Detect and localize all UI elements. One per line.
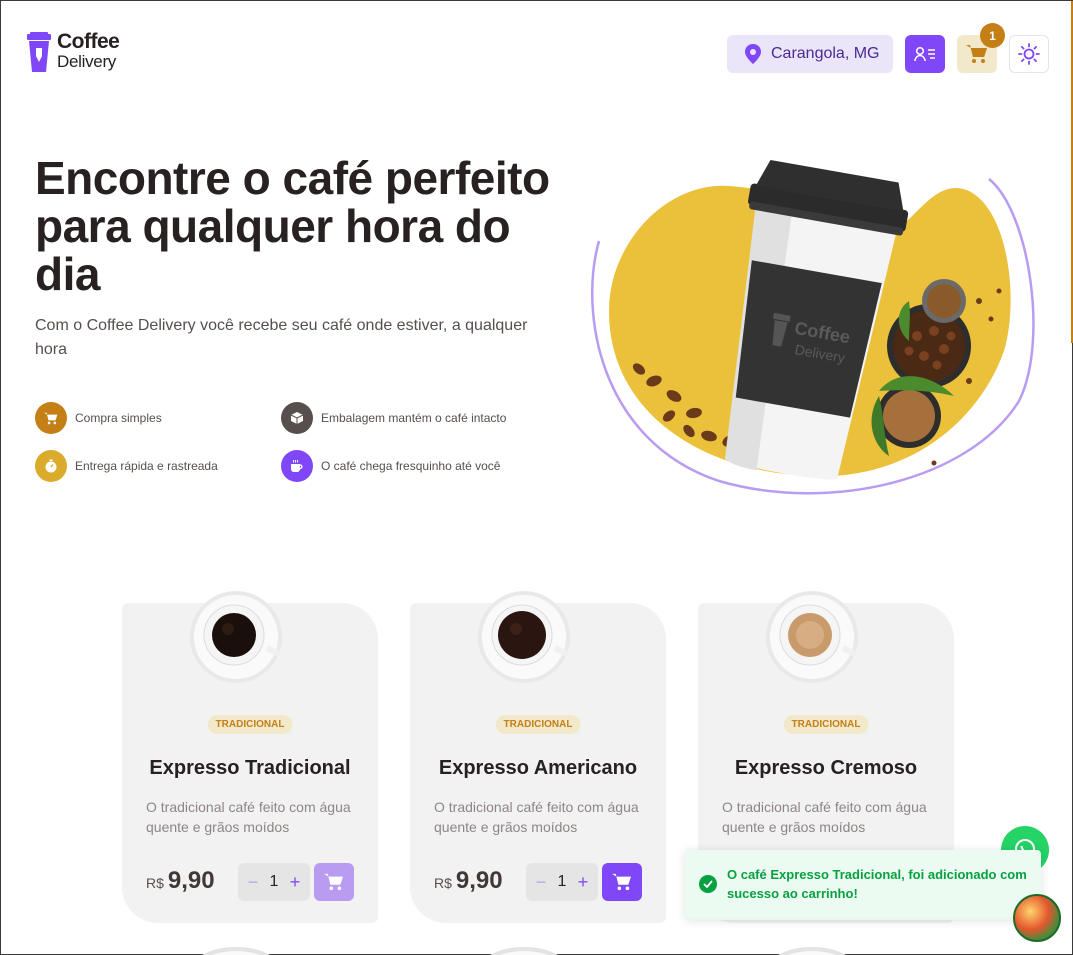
coffee-icon — [281, 450, 313, 482]
cart-icon — [966, 45, 987, 63]
location-button[interactable]: Carangola, MG — [727, 35, 893, 73]
quantity-value: 1 — [557, 873, 567, 890]
hero-coffee-cup-image: Coffee Delivery — [590, 159, 1035, 495]
price-currency: R$ — [434, 875, 452, 891]
coffee-cup-image — [478, 591, 570, 683]
logo-line1: Coffee — [57, 30, 120, 53]
timer-icon — [35, 450, 67, 482]
quantity-stepper: − 1 + — [526, 863, 598, 901]
product-price: R$ 9,90 — [146, 867, 215, 895]
coffee-cup-image — [190, 591, 282, 683]
feature-item: Compra simples — [35, 402, 162, 434]
quantity-stepper: − 1 + — [238, 863, 310, 901]
product-name: Expresso Cremoso — [734, 757, 918, 779]
logo-cup-icon — [27, 32, 51, 72]
add-to-cart-button[interactable] — [314, 863, 354, 901]
price-value: 9,90 — [167, 867, 215, 894]
hero-title: Encontre o café perfeito para qualquer h… — [35, 152, 550, 300]
coffee-cup-image — [202, 947, 270, 955]
feature-item: Embalagem mantém o café intacto — [281, 402, 506, 434]
map-pin-icon — [744, 44, 762, 64]
hero-subtitle: Com o Coffee Delivery você recebe seu ca… — [35, 317, 528, 358]
price-value: 9,90 — [455, 867, 503, 894]
product-tag: TRADICIONAL — [783, 715, 869, 734]
plus-icon[interactable]: + — [288, 872, 302, 893]
check-circle-icon — [699, 874, 717, 893]
coffee-cup-image — [766, 591, 858, 683]
feature-label: Compra simples — [75, 411, 162, 425]
minus-icon[interactable]: − — [246, 872, 260, 893]
logo-text: Coffee Delivery — [57, 30, 120, 72]
feature-label: Entrega rápida e rastreada — [75, 459, 218, 473]
package-icon — [281, 402, 313, 434]
theme-toggle-button[interactable] — [1009, 35, 1049, 73]
feature-label: Embalagem mantém o café intacto — [321, 411, 507, 425]
product-price: R$ 9,90 — [434, 867, 503, 895]
toast-message: O café Expresso Tradicional, foi adicion… — [727, 866, 1027, 901]
feature-label: O café chega fresquinho até você — [321, 459, 501, 473]
feature-item: O café chega fresquinho até você — [281, 450, 500, 482]
product-description: O tradicional café feito com água quente… — [146, 799, 351, 835]
user-list-icon — [914, 46, 935, 62]
sun-icon — [1018, 43, 1040, 65]
product-tag: TRADICIONAL — [495, 715, 581, 734]
header: Coffee Delivery Carangola, MG 1 — [1, 1, 1072, 105]
quantity-value: 1 — [269, 873, 279, 890]
cart-icon — [612, 873, 631, 891]
add-to-cart-button[interactable] — [602, 863, 642, 901]
logo-line2: Delivery — [57, 52, 117, 71]
success-toast[interactable]: O café Expresso Tradicional, foi adicion… — [685, 850, 1041, 920]
floating-avatar-icon[interactable] — [1013, 894, 1061, 942]
product-tag: TRADICIONAL — [207, 715, 293, 734]
location-label: Carangola, MG — [771, 45, 880, 62]
plus-icon[interactable]: + — [576, 872, 590, 893]
minus-icon[interactable]: − — [534, 872, 548, 893]
user-menu-button[interactable] — [905, 35, 945, 73]
coffee-cup-image — [778, 947, 846, 955]
cart-count-badge: 1 — [980, 23, 1005, 48]
cart-icon — [35, 402, 67, 434]
product-name: Expresso Americano — [438, 757, 638, 779]
product-name: Expresso Tradicional — [149, 757, 351, 779]
feature-item: Entrega rápida e rastreada — [35, 450, 218, 482]
logo[interactable]: Coffee Delivery — [26, 30, 120, 72]
product-card: TRADICIONAL Expresso Americano O tradici… — [410, 591, 666, 923]
coffee-cup-image — [490, 947, 558, 955]
product-description: O tradicional café feito com água quente… — [722, 799, 927, 835]
cart-icon — [324, 873, 343, 891]
price-currency: R$ — [146, 875, 164, 891]
product-description: O tradicional café feito com água quente… — [434, 799, 639, 835]
product-card: TRADICIONAL Expresso Tradicional O tradi… — [122, 591, 378, 923]
